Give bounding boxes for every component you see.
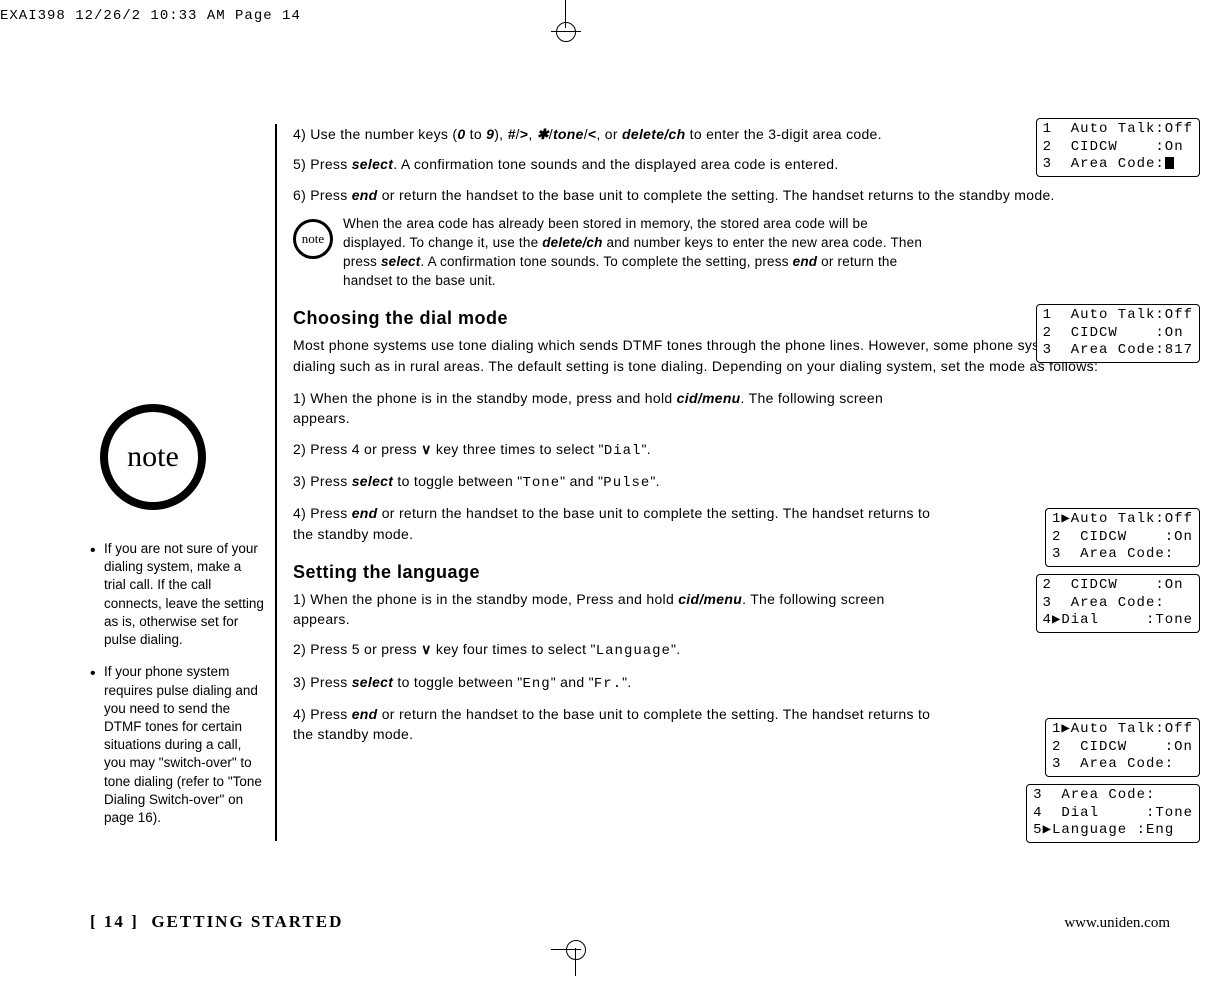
step-dial-4: 4) Press end or return the handset to th… (293, 503, 933, 544)
lcd-screen-menu-auto-talk: 1▶Auto Talk:Off 2 CIDCW :On 3 Area Code: (1045, 508, 1200, 567)
lcd-screen-menu-auto-talk-2: 1▶Auto Talk:Off 2 CIDCW :On 3 Area Code: (1045, 718, 1200, 777)
step-dial-3: 3) Press select to toggle between "Tone"… (293, 471, 933, 493)
page-number: [ 14 ] (90, 912, 139, 931)
lcd-screen-menu-dial: 2 CIDCW :On 3 Area Code: 4▶Dial :Tone (1036, 574, 1200, 633)
step-lang-4: 4) Press end or return the handset to th… (293, 704, 933, 745)
footer-url: www.uniden.com (1064, 915, 1170, 932)
step-dial-1: 1) When the phone is in the standby mode… (293, 388, 933, 429)
lcd-screen-area-code-817: 1 Auto Talk:Off 2 CIDCW :On 3 Area Code:… (1036, 304, 1200, 363)
crop-mark-icon (565, 936, 585, 976)
note-icon: note (293, 219, 333, 259)
step-dial-2: 2) Press 4 or press ∨ key three times to… (293, 439, 933, 461)
step-lang-2: 2) Press 5 or press ∨ key four times to … (293, 639, 933, 661)
sidebar-note-item: If your phone system requires pulse dial… (90, 663, 265, 827)
step-area-code-6: 6) Press end or return the handset to th… (293, 185, 1200, 205)
down-arrow-icon: ∨ (421, 441, 432, 457)
step-area-code-5: 5) Press select. A confirmation tone sou… (293, 154, 993, 174)
step-lang-3: 3) Press select to toggle between "Eng" … (293, 672, 933, 694)
lcd-screen-menu-language: 3 Area Code: 4 Dial :Tone 5▶Language :En… (1026, 784, 1200, 843)
section-title: GETTING STARTED (151, 912, 343, 931)
down-arrow-icon: ∨ (421, 641, 432, 657)
sidebar-notes: note If you are not sure of your dialing… (80, 124, 275, 841)
sidebar-note-item: If you are not sure of your dialing syst… (90, 540, 265, 649)
main-content: 1 Auto Talk:Off 2 CIDCW :On 3 Area Code:… (275, 124, 1200, 841)
note-icon: note (100, 404, 206, 510)
lcd-screen-area-code-blank: 1 Auto Talk:Off 2 CIDCW :On 3 Area Code: (1036, 118, 1200, 177)
print-imprint: EXAI398 12/26/2 10:33 AM Page 14 (0, 0, 1230, 24)
lcd-cursor-icon (1165, 157, 1174, 169)
note-block-area-code: note When the area code has already been… (293, 215, 933, 291)
page-footer: [ 14 ] GETTING STARTED www.uniden.com (90, 912, 1170, 932)
step-area-code-4: 4) Use the number keys (0 to 9), #/>, ✱/… (293, 124, 933, 144)
step-lang-1: 1) When the phone is in the standby mode… (293, 589, 933, 630)
